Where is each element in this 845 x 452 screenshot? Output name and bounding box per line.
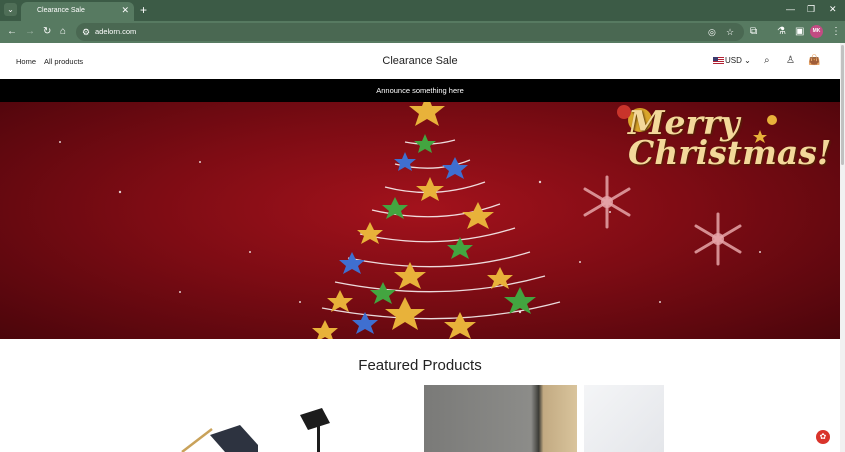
tab-list-button[interactable]: ⌄ [4, 3, 17, 16]
chevron-down-icon: ⌄ [744, 56, 751, 65]
account-icon[interactable]: ♙ [786, 55, 795, 66]
site-header: Home All products Clearance Sale USD ⌄ ⌕… [0, 43, 840, 79]
url-text[interactable]: adelorn.com [95, 27, 136, 36]
address-bar[interactable]: ⚙ adelorn.com ◎ ☆ [76, 23, 744, 41]
side-panel-icon[interactable]: ▣ [795, 25, 804, 39]
featured-products-heading: Featured Products [358, 357, 482, 374]
greeting-christmas: Christmas! [628, 133, 832, 172]
extensions-icon[interactable]: ⧉ [750, 25, 757, 39]
search-icon[interactable]: ⌕ [764, 55, 770, 66]
currency-selector[interactable]: USD ⌄ [713, 56, 751, 65]
home-icon[interactable]: ⌂ [60, 25, 66, 39]
menu-kebab-icon[interactable]: ⋮ [831, 25, 841, 39]
announcement-bar: Announce something here [0, 79, 840, 102]
currency-label: USD [725, 56, 742, 65]
back-icon[interactable]: ← [7, 25, 17, 39]
scrollbar-thumb[interactable] [841, 45, 844, 165]
browser-toolbar: ← → ↻ ⌂ ⚙ adelorn.com ◎ ☆ ⧉ ⚗ ▣ MK ⋮ [0, 21, 845, 43]
product-image-white-item[interactable] [584, 385, 664, 452]
chevron-down-icon: ⌄ [7, 5, 14, 14]
hero-banner[interactable]: Merry Christmas! [0, 102, 840, 339]
product-image-wood-panel[interactable] [424, 385, 577, 452]
browser-tab[interactable]: Clearance Sale ✕ [21, 2, 134, 21]
web-page: Home All products Clearance Sale USD ⌄ ⌕… [0, 43, 840, 452]
cart-bag-icon[interactable]: 👜 [808, 55, 820, 66]
minimize-icon[interactable]: — [786, 4, 795, 14]
window-close-icon[interactable]: ✕ [829, 4, 837, 15]
announcement-text: Announce something here [376, 86, 464, 95]
restore-icon[interactable]: ❐ [807, 4, 815, 15]
eye-off-icon[interactable]: ◎ [708, 25, 716, 39]
product-image-spotlight[interactable] [290, 385, 390, 452]
browser-tab-strip: ⌄ Clearance Sale ✕ + — ❐ ✕ [0, 0, 845, 21]
forward-icon[interactable]: → [25, 25, 35, 39]
close-tab-icon[interactable]: ✕ [121, 5, 129, 16]
chat-widget-icon[interactable]: ✿ [816, 430, 830, 444]
us-flag-icon [713, 57, 724, 64]
new-tab-button[interactable]: + [140, 3, 147, 17]
bookmark-star-icon[interactable]: ☆ [726, 25, 734, 39]
site-info-icon[interactable]: ⚙ [82, 25, 90, 39]
reload-icon[interactable]: ↻ [43, 25, 51, 39]
page-scrollbar[interactable] [840, 43, 845, 452]
lab-flask-icon[interactable]: ⚗ [777, 25, 786, 39]
tab-title: Clearance Sale [37, 7, 85, 14]
product-image-wall-lamp[interactable] [170, 385, 270, 452]
profile-avatar[interactable]: MK [810, 25, 823, 38]
